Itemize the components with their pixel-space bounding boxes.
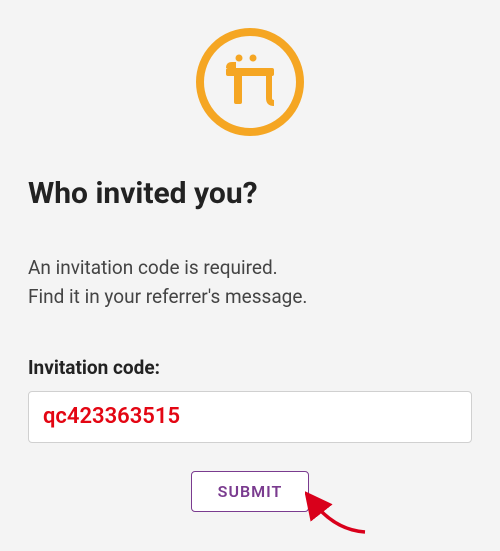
submit-button[interactable]: SUBMIT (191, 471, 310, 512)
invitation-code-label: Invitation code: (28, 356, 472, 379)
invitation-code-input[interactable] (28, 391, 472, 443)
description-line-1: An invitation code is required. (28, 253, 472, 282)
page-title: Who invited you? (28, 176, 472, 211)
pi-logo-icon (196, 28, 304, 136)
description-line-2: Find it in your referrer's message. (28, 282, 472, 311)
description: An invitation code is required. Find it … (28, 253, 472, 312)
